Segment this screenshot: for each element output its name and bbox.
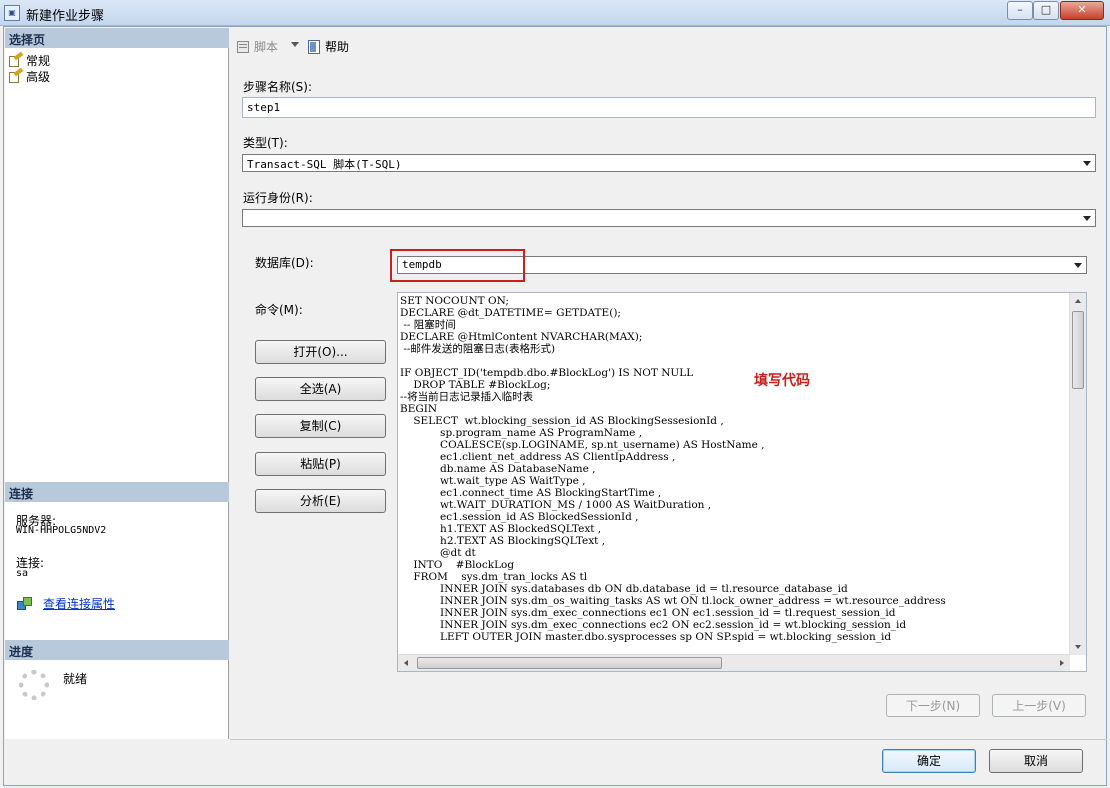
database-highlight-box	[390, 249, 525, 282]
code-line: --将当前日志记录插入临时表	[400, 391, 534, 403]
help-icon	[307, 39, 323, 55]
dialog-body: 选择页 常规 高级 连接 服务器: WIN-HHPOLG5NDV2 连接: sa…	[3, 26, 1107, 786]
progress-status: 就绪	[63, 672, 88, 686]
scroll-right-icon[interactable]	[1060, 660, 1064, 666]
scroll-up-icon[interactable]	[1075, 299, 1081, 303]
connection-header: 连接	[5, 482, 229, 502]
code-line: SET NOCOUNT ON;	[400, 295, 509, 307]
cancel-button[interactable]: 取消	[989, 749, 1083, 773]
open-button[interactable]: 打开(O)...	[255, 340, 386, 364]
close-button[interactable]: ✕	[1060, 1, 1104, 20]
code-line: FROM sys.dm_tran_locks AS tl	[400, 571, 588, 583]
progress-header: 进度	[5, 640, 229, 660]
ok-button[interactable]: 确定	[882, 749, 976, 773]
script-dropdown-chevron-icon[interactable]	[291, 42, 299, 47]
scroll-down-icon[interactable]	[1075, 645, 1081, 649]
code-line: -- 阻塞时间	[400, 319, 456, 331]
script-button[interactable]: 脚本	[236, 38, 278, 55]
chevron-down-icon	[1083, 216, 1091, 221]
code-line: wt.wait_type AS WaitType ,	[400, 475, 586, 487]
annotation-fill-code: 填写代码	[754, 373, 810, 389]
code-line: --邮件发送的阻塞日志(表格形式)	[400, 343, 556, 355]
copy-button[interactable]: 复制(C)	[255, 414, 386, 438]
command-code[interactable]: SET NOCOUNT ON; DECLARE @dt_DATETIME= GET…	[400, 295, 1068, 650]
run-as-select[interactable]	[242, 209, 1096, 227]
code-line: COALESCE(sp.LOGINAME, sp.nt_username) AS…	[400, 439, 765, 451]
help-button[interactable]: 帮助	[307, 38, 349, 55]
run-as-label: 运行身份(R):	[243, 191, 313, 205]
type-label: 类型(T):	[243, 136, 288, 150]
step-name-input[interactable]: step1	[242, 97, 1096, 118]
code-line: BEGIN	[400, 403, 438, 415]
code-line: ec1.client_net_address AS ClientIpAddres…	[400, 451, 676, 463]
code-line: db.name AS DatabaseName ,	[400, 463, 596, 475]
code-line: DECLARE @HtmlContent NVARCHAR(MAX);	[400, 331, 643, 343]
code-line: INNER JOIN sys.databases db ON db.databa…	[400, 583, 848, 595]
code-line: h1.TEXT AS BlockedSQLText ,	[400, 523, 602, 535]
code-line: SELECT wt.blocking_session_id AS Blockin…	[400, 415, 724, 427]
view-connection-properties-label[interactable]: 查看连接属性	[43, 595, 115, 612]
type-select[interactable]: Transact-SQL 脚本(T-SQL)	[242, 154, 1096, 172]
view-connection-properties-link[interactable]: 查看连接属性	[17, 595, 115, 612]
chevron-down-icon	[1083, 161, 1091, 166]
toolbar: 脚本 帮助	[230, 28, 1106, 64]
command-editor[interactable]: SET NOCOUNT ON; DECLARE @dt_DATETIME= GET…	[397, 292, 1087, 672]
vertical-scroll-thumb[interactable]	[1072, 311, 1084, 389]
select-page-header: 选择页	[5, 28, 229, 48]
code-line: INNER JOIN sys.dm_os_waiting_tasks AS wt…	[400, 595, 946, 607]
right-pane: 脚本 帮助 步骤名称(S): step1 类型(T): Transact-SQL…	[230, 28, 1106, 739]
script-icon	[236, 40, 252, 54]
type-select-value: Transact-SQL 脚本(T-SQL)	[247, 158, 402, 171]
code-line: wt.WAIT_DURATION_MS / 1000 AS WaitDurati…	[400, 499, 712, 511]
code-line: DECLARE @dt_DATETIME= GETDATE();	[400, 307, 621, 319]
title-bar: ▣ 新建作业步骤 – □ ✕	[0, 0, 1110, 26]
server-value: WIN-HHPOLG5NDV2	[16, 525, 107, 536]
code-line: ec1.session_id AS BlockedSessionId ,	[400, 511, 639, 523]
parse-button[interactable]: 分析(E)	[255, 489, 386, 513]
command-label: 命令(M):	[255, 303, 303, 317]
window-title: 新建作业步骤	[26, 9, 105, 24]
page-item-general[interactable]: 常规	[9, 51, 51, 68]
page-icon	[9, 51, 24, 67]
select-all-button[interactable]: 全选(A)	[255, 377, 386, 401]
previous-button[interactable]: 上一步(V)	[992, 694, 1086, 717]
code-line: LEFT OUTER JOIN master.dbo.sysprocesses …	[400, 631, 892, 643]
page-item-advanced[interactable]: 高级	[9, 67, 51, 84]
script-label: 脚本	[254, 40, 279, 54]
database-label: 数据库(D):	[255, 256, 314, 270]
code-line: INNER JOIN sys.dm_exec_connections ec1 O…	[400, 607, 896, 619]
horizontal-scrollbar[interactable]	[398, 654, 1070, 671]
footer-divider	[230, 739, 1107, 740]
next-button[interactable]: 下一步(N)	[886, 694, 980, 717]
horizontal-scroll-thumb[interactable]	[417, 657, 722, 669]
code-line: sp.program_name AS ProgramName ,	[400, 427, 643, 439]
paste-button[interactable]: 粘贴(P)	[255, 452, 386, 476]
connection-properties-icon	[17, 596, 33, 611]
code-line: @dt dt	[400, 547, 476, 559]
maximize-button[interactable]: □	[1033, 1, 1059, 20]
chevron-down-icon	[1074, 263, 1082, 268]
code-line: DROP TABLE #BlockLog;	[400, 379, 551, 391]
help-label: 帮助	[325, 40, 350, 54]
page-item-label: 高级	[26, 69, 51, 84]
app-icon: ▣	[4, 5, 20, 21]
left-pane: 选择页 常规 高级 连接 服务器: WIN-HHPOLG5NDV2 连接: sa…	[5, 28, 229, 739]
progress-spinner-icon	[19, 670, 49, 700]
vertical-scrollbar[interactable]	[1069, 293, 1086, 655]
code-line: IF OBJECT_ID('tempdb.dbo.#BlockLog') IS …	[400, 367, 694, 379]
code-line: ec1.connect_time AS BlockingStartTime ,	[400, 487, 662, 499]
page-item-label: 常规	[26, 53, 51, 68]
code-line: h2.TEXT AS BlockingSQLText ,	[400, 535, 606, 547]
scroll-left-icon[interactable]	[404, 660, 408, 666]
page-icon	[9, 67, 24, 83]
code-line: INNER JOIN sys.dm_exec_connections ec2 O…	[400, 619, 907, 631]
code-line: INTO #BlockLog	[400, 559, 515, 571]
connection-value: sa	[16, 568, 29, 579]
minimize-button[interactable]: –	[1007, 1, 1033, 20]
step-name-label: 步骤名称(S):	[243, 80, 313, 94]
